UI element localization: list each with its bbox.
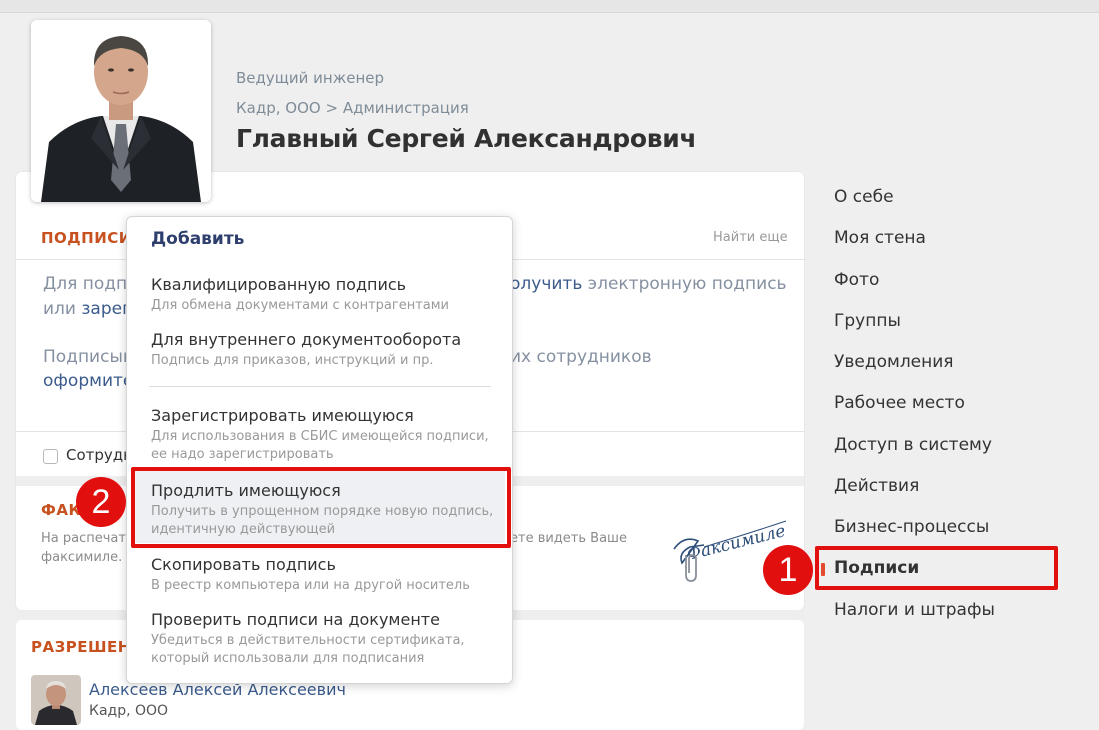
employees-checkbox[interactable] xyxy=(43,449,58,464)
org-link[interactable]: Кадр, ООО xyxy=(236,99,321,117)
nav-item-actions[interactable]: Действия xyxy=(834,476,919,496)
menu-item-title[interactable]: Для внутреннего документооборота xyxy=(151,330,461,349)
menu-item-title[interactable]: Проверить подписи на документе xyxy=(151,610,440,629)
department-link[interactable]: Администрация xyxy=(343,99,469,117)
nav-item-taxes[interactable]: Налоги и штрафы xyxy=(834,600,995,620)
signatures-para2-line1: Подписыв xyxy=(43,347,133,367)
org-breadcrumb: Кадр, ООО > Администрация xyxy=(236,99,469,117)
menu-divider xyxy=(149,386,491,387)
para-text: электронную подпись xyxy=(582,274,787,294)
menu-item-subtitle: Подпись для приказов, инструкций и пр. xyxy=(151,353,434,368)
nav-item-groups[interactable]: Группы xyxy=(834,311,901,331)
top-bar xyxy=(0,0,1099,13)
avatar[interactable] xyxy=(31,675,81,725)
step-badge-1: 1 xyxy=(763,545,813,595)
menu-item-subtitle: В реестр компьютера или на другой носите… xyxy=(151,578,470,593)
find-more-link[interactable]: Найти еще xyxy=(713,230,788,245)
highlight-renew-box xyxy=(131,467,511,548)
menu-item-subtitle: который использовали для подписания xyxy=(151,651,425,666)
menu-item-subtitle: Убедиться в действительности сертификата… xyxy=(151,633,465,648)
para-text: Для подпи xyxy=(43,274,139,294)
issue-link[interactable]: оформите xyxy=(43,371,133,391)
job-position: Ведущий инженер xyxy=(236,69,385,87)
nav-item-workplace[interactable]: Рабочее место xyxy=(834,393,965,413)
add-signature-menu: Добавить Квалифицированную подпись Для о… xyxy=(126,216,513,684)
highlight-signatures-box xyxy=(815,546,1058,590)
signatures-para1-line1: Для подпи xyxy=(43,274,138,294)
step-badge-2: 2 xyxy=(76,477,126,527)
get-signature-link[interactable]: олучить xyxy=(510,274,582,294)
menu-item-title[interactable]: Квалифицированную подпись xyxy=(151,275,406,294)
nav-item-about[interactable]: О себе xyxy=(834,187,894,207)
nav-item-access[interactable]: Доступ в систему xyxy=(834,435,992,455)
employees-checkbox-label[interactable]: Сотрудн xyxy=(66,446,133,464)
nav-item-business-processes[interactable]: Бизнес-процессы xyxy=(834,517,989,537)
facsimile-text-line1: На распечата xyxy=(41,531,134,546)
para-text: или xyxy=(43,299,82,319)
person-org: Кадр, ООО xyxy=(89,703,169,719)
nav-item-notifications[interactable]: Уведомления xyxy=(834,352,954,372)
menu-item-subtitle: ее надо зарегистрировать xyxy=(151,447,334,462)
signatures-section-title: ПОДПИСИ xyxy=(41,229,132,247)
employee-name: Главный Сергей Александрович xyxy=(236,124,697,153)
facsimile-text-line1-end: ете видеть Ваше xyxy=(510,531,627,546)
signatures-para2-line2: оформите xyxy=(43,371,133,391)
signatures-para2-line1-end: их сотрудников xyxy=(510,347,652,367)
menu-item-title[interactable]: Зарегистрировать имеющуюся xyxy=(151,406,414,425)
signatures-para1-line1-end: олучить электронную подпись xyxy=(510,274,787,294)
breadcrumb-separator: > xyxy=(325,99,339,117)
permissions-section-title: РАЗРЕШЕН xyxy=(31,638,131,656)
menu-item-subtitle: Для использования в СБИС имеющейся подпи… xyxy=(151,429,489,444)
profile-photo[interactable] xyxy=(31,20,211,202)
menu-title: Добавить xyxy=(151,229,245,249)
facsimile-text-line2: факсимиле. Д xyxy=(41,550,137,565)
menu-item-title[interactable]: Скопировать подпись xyxy=(151,555,336,574)
nav-item-wall[interactable]: Моя стена xyxy=(834,228,926,248)
nav-item-photo[interactable]: Фото xyxy=(834,270,879,290)
menu-item-subtitle: Для обмена документами с контрагентами xyxy=(151,298,450,313)
